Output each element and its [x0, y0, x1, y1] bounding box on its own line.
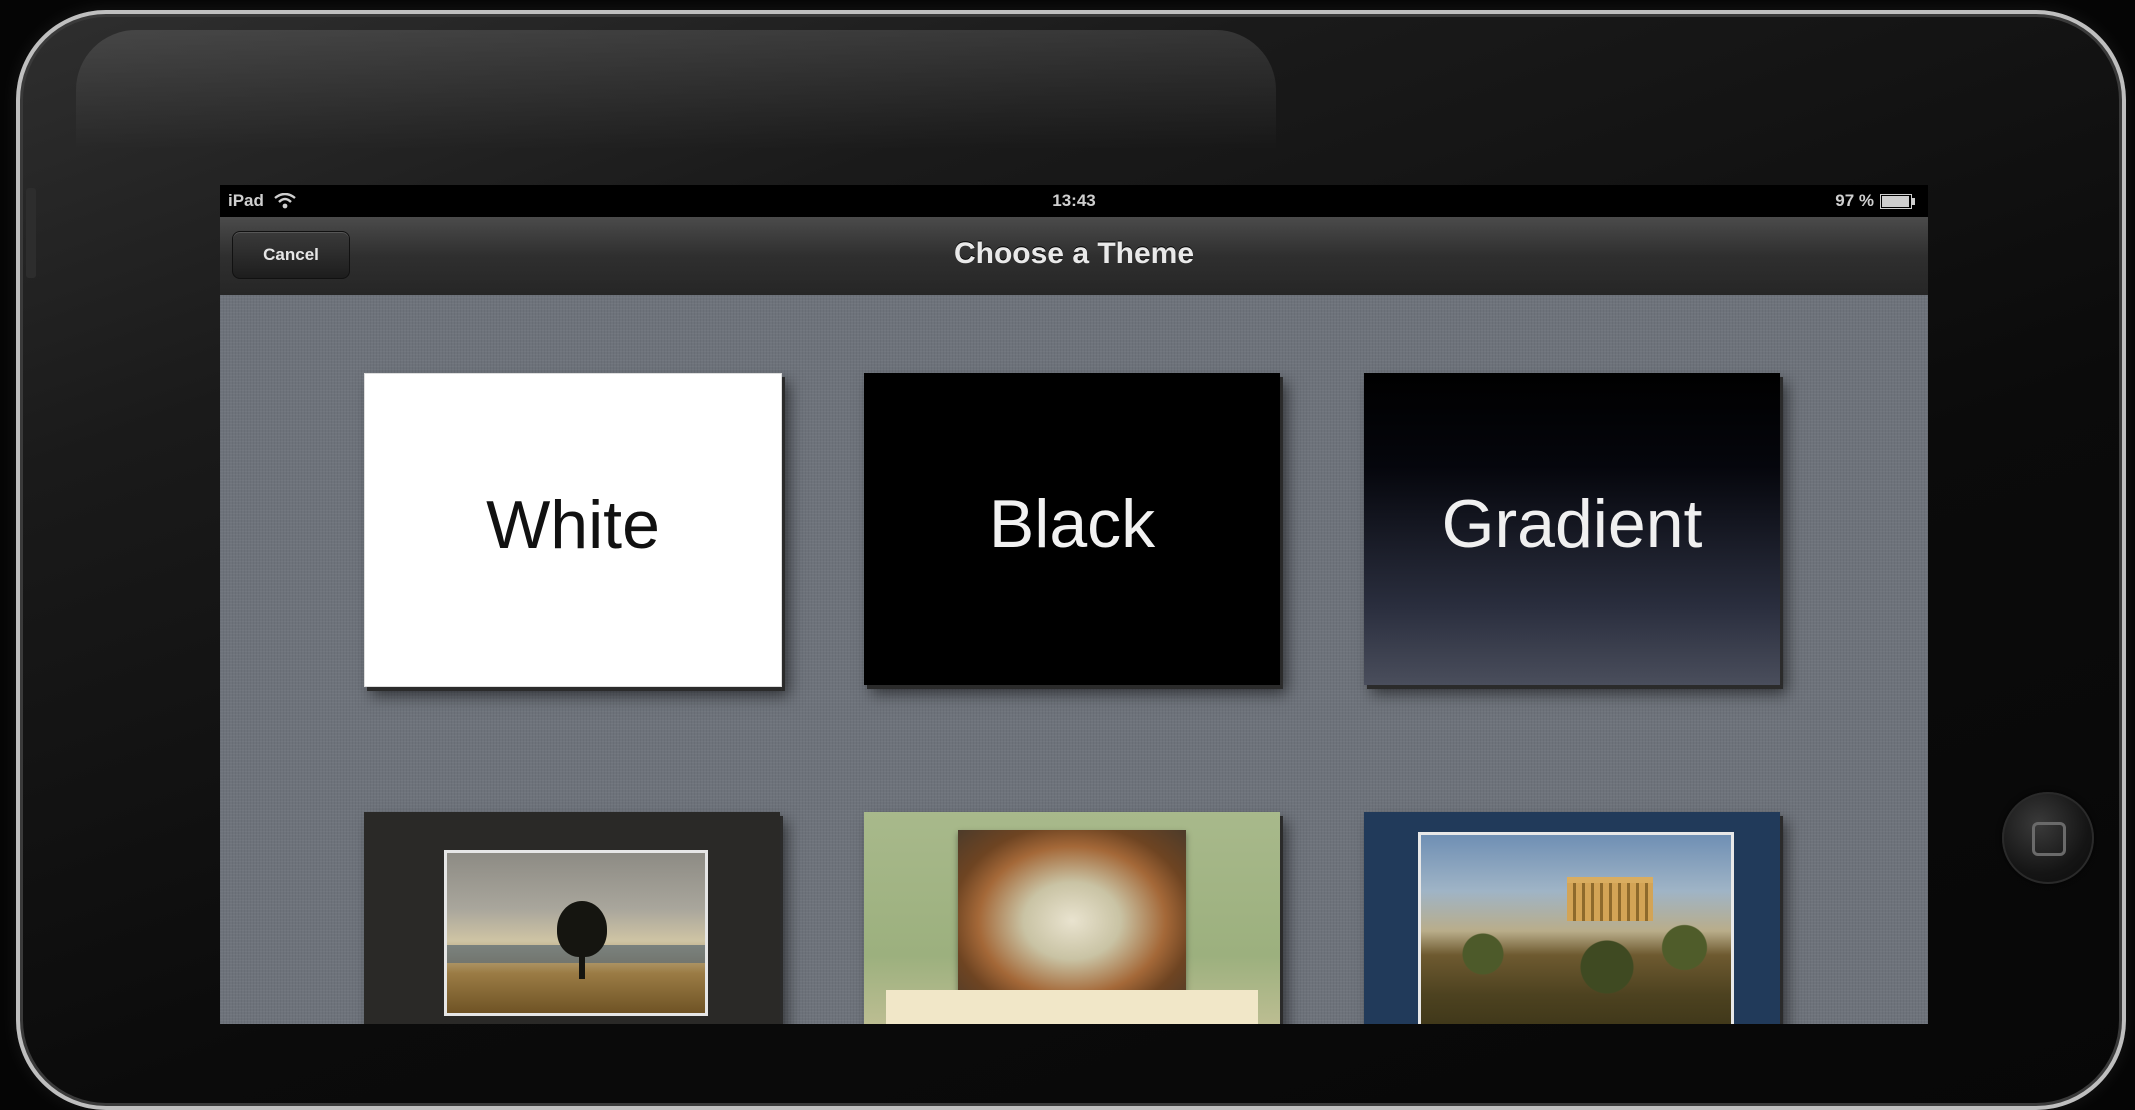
paper-strip: [886, 990, 1258, 1024]
side-switch: [26, 188, 36, 278]
theme-craft[interactable]: [864, 812, 1280, 1024]
navigation-bar: Cancel Choose a Theme: [220, 217, 1928, 296]
theme-label: Black: [988, 486, 1156, 562]
theme-white[interactable]: White: [364, 373, 782, 687]
temple-landscape-image: [1418, 832, 1734, 1024]
theme-label: Gradient: [1441, 486, 1703, 562]
food-bowl-image: [958, 830, 1186, 995]
battery-status: 97 %: [1835, 191, 1915, 211]
status-bar: iPad 13:43 97 %: [220, 185, 1928, 217]
tree-landscape-image: [444, 850, 708, 1016]
page-title: Choose a Theme: [953, 237, 1195, 270]
theme-gradient[interactable]: Gradient: [1364, 373, 1780, 685]
device-glare: [76, 30, 1276, 150]
theme-photo-dark[interactable]: [364, 812, 780, 1024]
home-button[interactable]: [2002, 792, 2094, 884]
clock: 13:43: [1052, 191, 1096, 210]
theme-classic[interactable]: [1364, 812, 1780, 1024]
theme-grid: White Black Gradient: [220, 295, 1928, 1024]
battery-percent: 97 %: [1835, 191, 1874, 210]
home-square-icon: [2032, 822, 2066, 856]
theme-black[interactable]: Black: [864, 373, 1280, 685]
screen: iPad 13:43 97 % Cancel Choose a Theme Wh…: [220, 185, 1928, 1024]
theme-label: White: [486, 487, 660, 563]
battery-icon: [1880, 193, 1915, 209]
